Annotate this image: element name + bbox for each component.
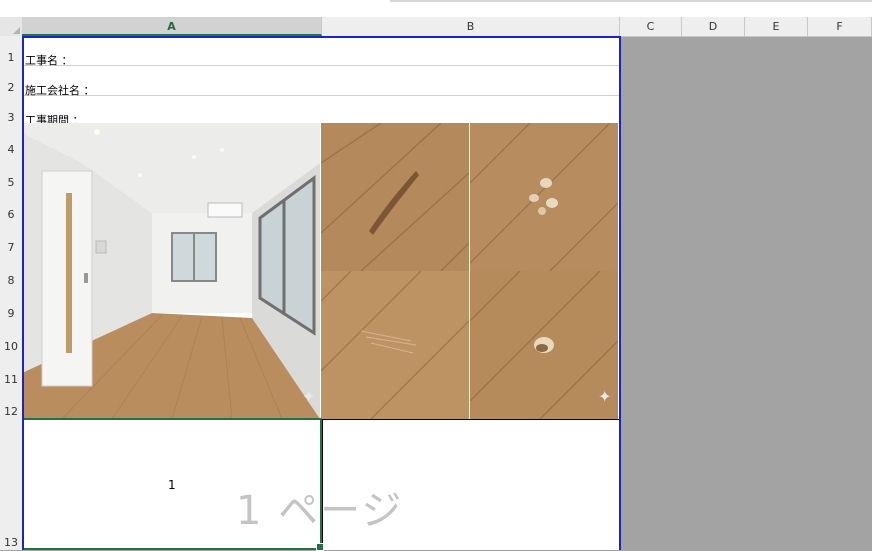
- floor-scratches-photo[interactable]: [321, 271, 469, 419]
- row-header-6[interactable]: 6: [0, 208, 22, 221]
- row-header-12[interactable]: 12: [0, 405, 22, 418]
- row-header-9[interactable]: 9: [0, 307, 22, 320]
- gridline: [22, 65, 620, 66]
- select-all-corner[interactable]: [0, 17, 23, 36]
- gridline: [22, 95, 620, 96]
- row-header-bar: 1 2 3 4 5 6 7 8 9 10 11 12 13: [0, 36, 23, 550]
- column-header-c[interactable]: C: [620, 17, 682, 36]
- floor-chips-photo[interactable]: [470, 123, 618, 271]
- row-header-13[interactable]: 13: [0, 536, 22, 549]
- row-header-3[interactable]: 3: [0, 111, 22, 124]
- sparkle-icon: ✦: [302, 387, 316, 406]
- column-header-a[interactable]: A: [22, 17, 322, 36]
- column-header-f[interactable]: F: [808, 17, 872, 36]
- row-header-5[interactable]: 5: [0, 176, 22, 189]
- cell-a2[interactable]: 施工会社名 ：: [25, 82, 95, 98]
- row-header-1[interactable]: 1: [0, 51, 22, 64]
- cell-a13-value: 1: [168, 478, 176, 492]
- row-header-11[interactable]: 11: [0, 373, 22, 386]
- column-header-bar: A B C D E F: [0, 17, 872, 37]
- page-number-watermark: 1 ページ: [236, 488, 404, 534]
- column-header-b[interactable]: B: [322, 17, 620, 36]
- row-header-10[interactable]: 10: [0, 340, 22, 353]
- row-header-4[interactable]: 4: [0, 143, 22, 156]
- row-header-8[interactable]: 8: [0, 274, 22, 287]
- column-header-d[interactable]: D: [682, 17, 745, 36]
- cell-a1[interactable]: 工事名 ：: [25, 52, 73, 68]
- row-header-2[interactable]: 2: [0, 81, 22, 94]
- sparkle-icon: ✦: [598, 387, 612, 406]
- room-interior-photo[interactable]: ✦: [22, 123, 320, 419]
- floor-dent-photo[interactable]: ✦: [470, 271, 618, 419]
- floor-gouge-photo[interactable]: [321, 123, 469, 271]
- row-header-7[interactable]: 7: [0, 241, 22, 254]
- ribbon-edge: [0, 0, 872, 17]
- column-header-e[interactable]: E: [745, 17, 808, 36]
